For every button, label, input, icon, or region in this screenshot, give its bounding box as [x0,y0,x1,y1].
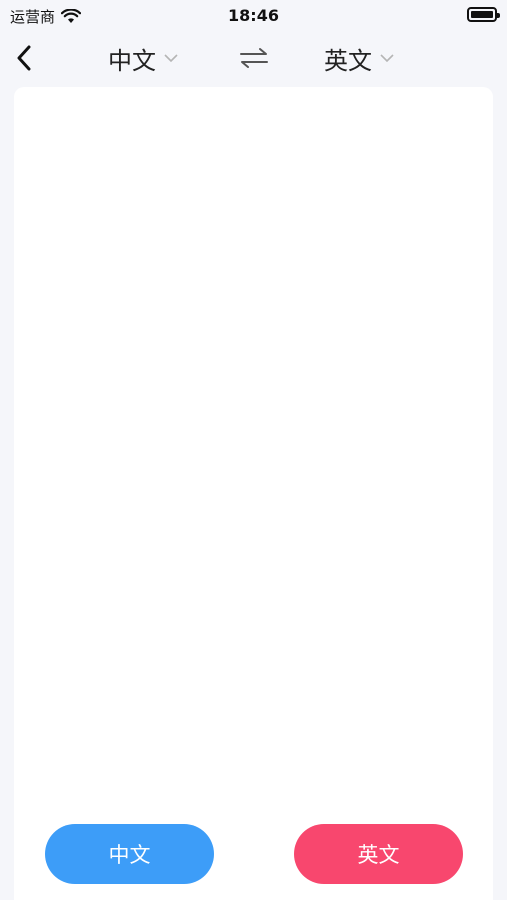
translate-input[interactable] [30,103,477,790]
chevron-down-icon [164,54,178,63]
battery-level [471,11,493,18]
back-button[interactable] [8,42,40,74]
target-language-select[interactable]: 英文 [324,42,394,75]
chevron-down-icon [380,54,394,63]
status-bar: 运营商 18:46 [0,0,507,30]
translate-screen: 运营商 18:46 中文 英文 中文 英文 [0,0,507,900]
swap-arrows-icon [240,48,268,68]
chevron-left-icon [17,45,31,71]
nav-bar: 中文 英文 [0,34,507,82]
chinese-voice-button[interactable]: 中文 [45,824,214,884]
source-language-select[interactable]: 中文 [108,42,178,75]
translation-card: 中文 英文 [14,87,493,900]
battery-icon [467,7,500,22]
swap-languages-button[interactable] [237,44,271,72]
clock: 18:46 [228,6,279,25]
source-language-label: 中文 [108,46,156,75]
english-voice-button[interactable]: 英文 [294,824,463,884]
target-language-label: 英文 [324,46,372,75]
